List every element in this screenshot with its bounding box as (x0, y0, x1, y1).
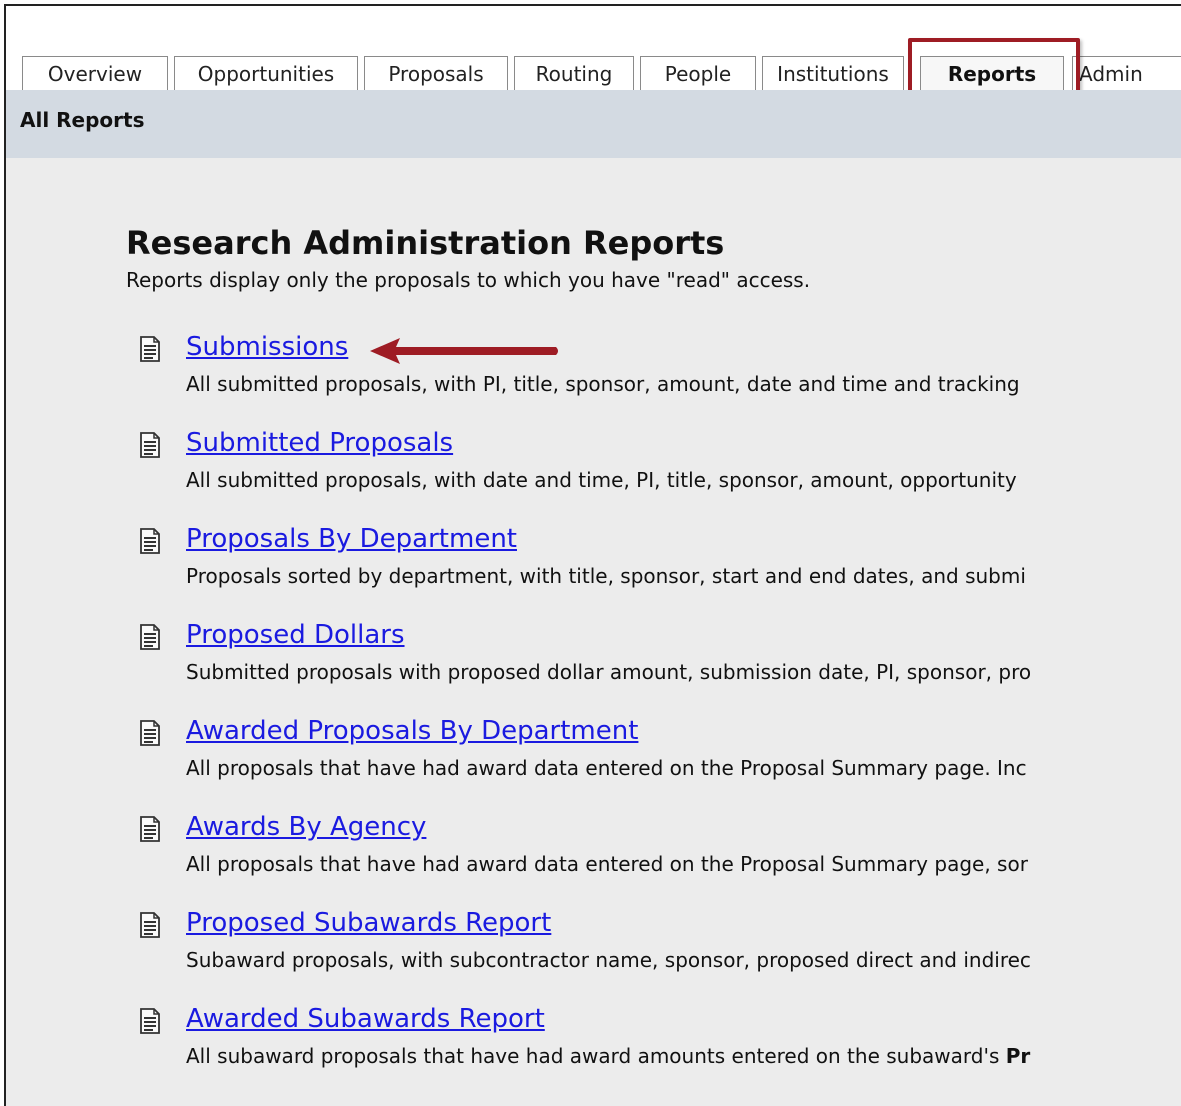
report-link-proposed-subawards-report[interactable]: Proposed Subawards Report (186, 908, 551, 938)
page-intro: Reports display only the proposals to wh… (126, 268, 811, 292)
report-description-text: All proposals that have had award data e… (186, 756, 1027, 780)
report-item: Awards By Agency All proposals that have… (6, 812, 1181, 902)
document-icon (140, 624, 160, 650)
document-icon (140, 1008, 160, 1034)
document-icon (140, 336, 160, 362)
tab-people[interactable]: People (640, 56, 756, 90)
report-description: Subaward proposals, with subcontractor n… (186, 948, 1031, 972)
report-description: All subaward proposals that have had awa… (186, 1044, 1030, 1068)
report-description: All proposals that have had award data e… (186, 852, 1028, 876)
report-link-submitted-proposals[interactable]: Submitted Proposals (186, 428, 453, 458)
document-icon (140, 720, 160, 746)
report-link-proposals-by-department[interactable]: Proposals By Department (186, 524, 517, 554)
tab-institutions[interactable]: Institutions (762, 56, 904, 90)
document-icon (140, 432, 160, 458)
tab-admin[interactable]: Admin (1072, 56, 1181, 90)
report-description-bold: Pr (1005, 1044, 1031, 1068)
report-description: Submitted proposals with proposed dollar… (186, 660, 1031, 684)
report-item: Proposals By Department Proposals sorted… (6, 524, 1181, 614)
sub-header: All Reports (6, 90, 1181, 158)
report-description-text: Submitted proposals with proposed dollar… (186, 660, 1032, 684)
report-description-text: All proposals that have had award data e… (186, 852, 1028, 876)
page-title: Research Administration Reports (126, 224, 725, 262)
subheader-title: All Reports (20, 108, 145, 132)
report-item: Awarded Subawards Report All subaward pr… (6, 1004, 1181, 1094)
report-item: Awarded Proposals By Department All prop… (6, 716, 1181, 806)
report-link-submissions[interactable]: Submissions (186, 332, 348, 362)
report-description-text: Proposals sorted by department, with tit… (186, 564, 1026, 588)
report-link-awarded-proposals-by-department[interactable]: Awarded Proposals By Department (186, 716, 638, 746)
report-item: Proposed Dollars Submitted proposals wit… (6, 620, 1181, 710)
document-icon (140, 912, 160, 938)
tab-opportunities[interactable]: Opportunities (174, 56, 358, 90)
report-description: All submitted proposals, with date and t… (186, 468, 1017, 492)
report-description-text: All subaward proposals that have had awa… (186, 1044, 1006, 1068)
document-icon (140, 528, 160, 554)
report-item: Submitted Proposals All submitted propos… (6, 428, 1181, 518)
report-description: Proposals sorted by department, with tit… (186, 564, 1026, 588)
report-description: All proposals that have had award data e… (186, 756, 1027, 780)
document-icon (140, 816, 160, 842)
report-link-proposed-dollars[interactable]: Proposed Dollars (186, 620, 405, 650)
report-description: All submitted proposals, with PI, title,… (186, 372, 1020, 396)
report-link-awarded-subawards-report[interactable]: Awarded Subawards Report (186, 1004, 545, 1034)
report-item: Proposed Subawards Report Subaward propo… (6, 908, 1181, 998)
tab-routing[interactable]: Routing (514, 56, 634, 90)
report-description-text: Subaward proposals, with subcontractor n… (186, 948, 1031, 972)
tab-proposals[interactable]: Proposals (364, 56, 508, 90)
report-description-text: All submitted proposals, with PI, title,… (186, 372, 1020, 396)
tab-overview[interactable]: Overview (22, 56, 168, 90)
report-link-awards-by-agency[interactable]: Awards By Agency (186, 812, 426, 842)
arrow-icon (370, 338, 558, 364)
report-item: Submissions All submitted proposals, wit… (6, 332, 1181, 422)
report-description-text: All submitted proposals, with date and t… (186, 468, 1017, 492)
app-window: Overview Opportunities Proposals Routing… (4, 4, 1181, 1106)
